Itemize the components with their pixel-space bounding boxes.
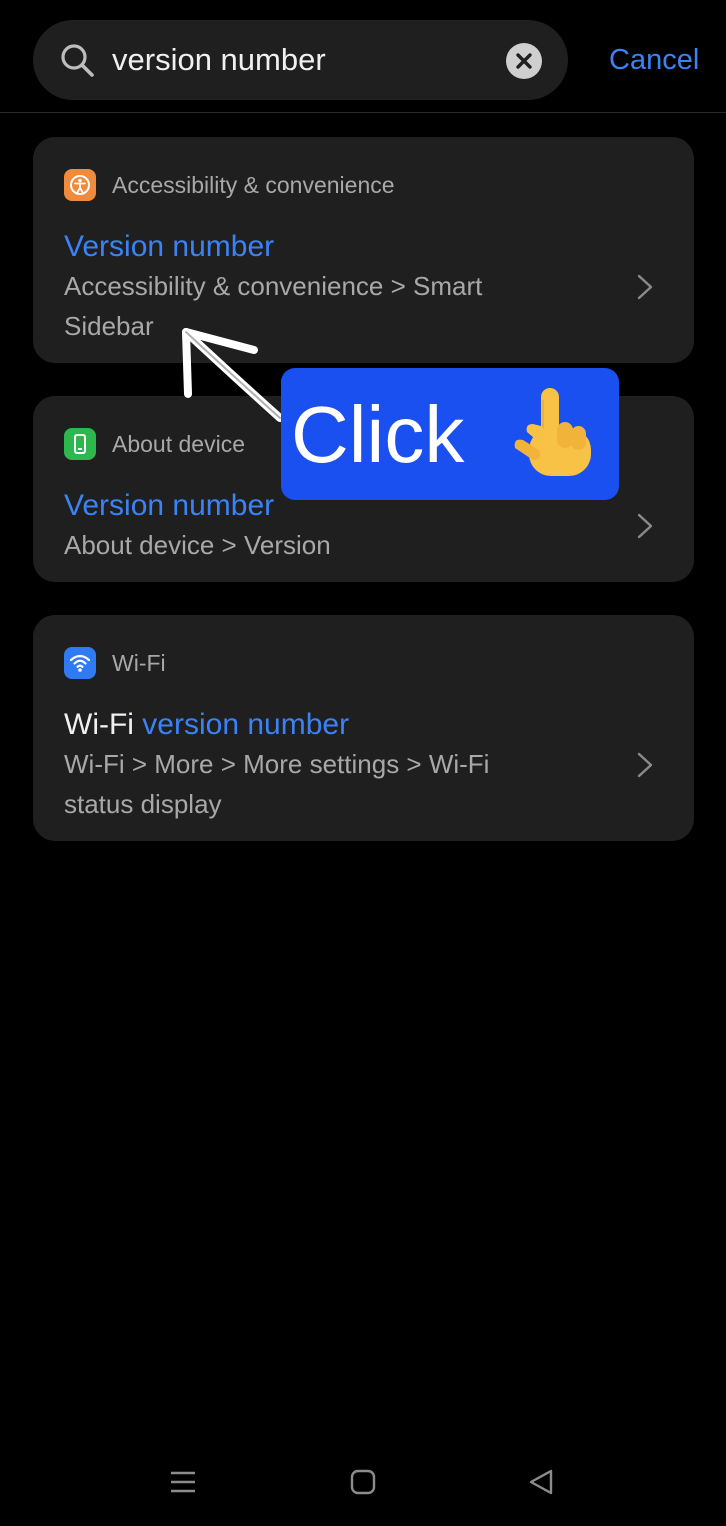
click-label: Click	[291, 390, 465, 479]
search-input[interactable]: version number	[112, 38, 326, 82]
accessibility-icon	[64, 169, 96, 201]
home-icon[interactable]	[347, 1466, 379, 1498]
category-label: Accessibility & convenience	[112, 172, 395, 198]
click-annotation-badge: Click	[281, 368, 619, 500]
result-title: Wi-Fi version number	[64, 708, 350, 741]
chevron-right-icon	[637, 513, 653, 539]
wifi-icon	[64, 647, 96, 679]
result-path: About device > Version	[64, 530, 331, 560]
close-icon	[516, 53, 532, 69]
back-icon[interactable]	[526, 1466, 558, 1498]
result-title: Version number	[64, 489, 275, 522]
result-card-wifi[interactable]: Wi-Fi Wi-Fi version number Wi-Fi > More …	[33, 615, 694, 841]
header-divider	[0, 112, 726, 113]
result-card-accessibility[interactable]: Accessibility & convenience Version numb…	[33, 137, 694, 363]
chevron-right-icon	[637, 752, 653, 778]
clear-search-button[interactable]	[506, 43, 542, 79]
device-icon	[64, 428, 96, 460]
search-bar[interactable]: version number	[33, 20, 568, 100]
category-label: About device	[112, 431, 245, 457]
result-path: Wi-Fi > More > More settings > Wi-Fi sta…	[64, 749, 490, 819]
menu-icon[interactable]	[167, 1466, 199, 1498]
system-nav-bar	[0, 1452, 726, 1512]
category-label: Wi-Fi	[112, 650, 166, 676]
search-icon	[61, 44, 94, 77]
cancel-button[interactable]: Cancel	[609, 38, 699, 82]
pointing-hand-icon	[514, 388, 591, 476]
result-title: Version number	[64, 230, 275, 263]
chevron-right-icon	[637, 274, 653, 300]
